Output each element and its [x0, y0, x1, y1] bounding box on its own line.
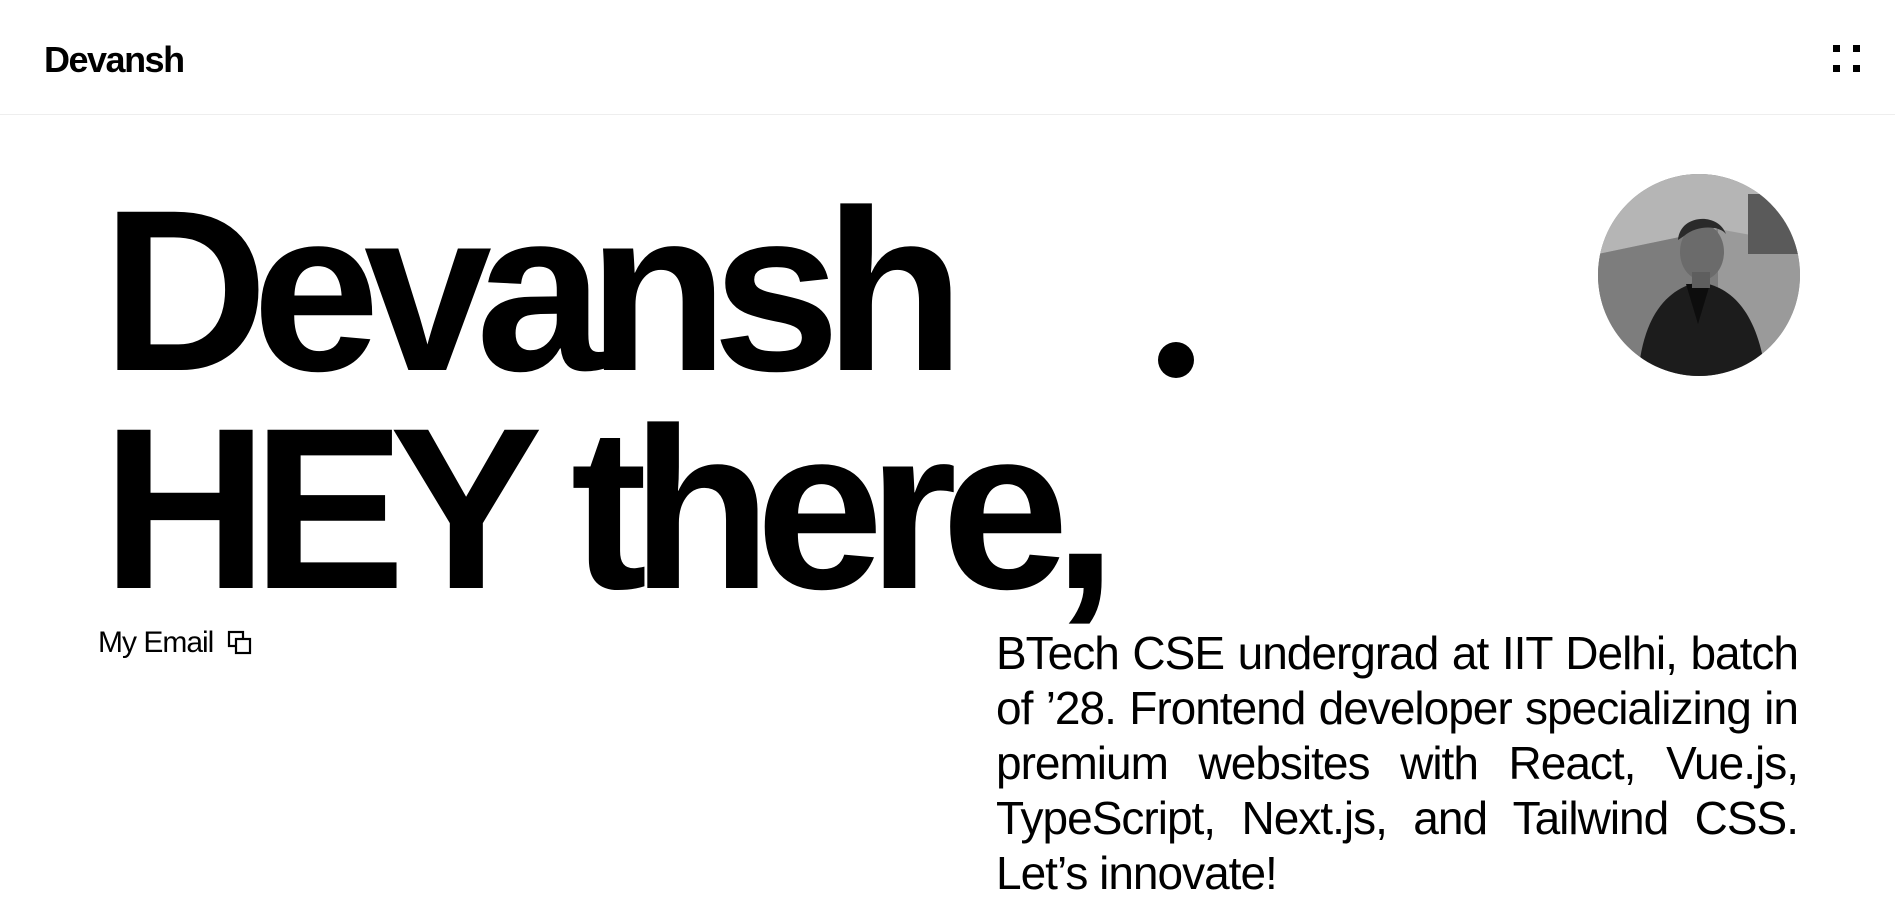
menu-button[interactable]: [1833, 45, 1861, 73]
copy-icon: [227, 630, 253, 656]
hero-heading-line-1: Devansh: [102, 162, 965, 419]
decorative-dot: [1158, 342, 1194, 378]
bio-paragraph: BTech CSE undergrad at IIT Delhi, batch …: [996, 627, 1799, 899]
hero-heading: Devansh HEY there,: [102, 162, 1117, 637]
top-navigation-bar: Devansh: [0, 0, 1895, 115]
hero-heading-line-2: HEY there,: [102, 380, 1117, 637]
avatar: [1598, 174, 1800, 376]
email-link[interactable]: My Email: [98, 626, 253, 660]
email-link-label: My Email: [98, 626, 214, 659]
profile-photo-icon: [1598, 174, 1800, 376]
page: Devansh Devansh HEY there, My Email BTec…: [0, 0, 1895, 910]
brand-logo-link[interactable]: Devansh: [44, 38, 185, 82]
